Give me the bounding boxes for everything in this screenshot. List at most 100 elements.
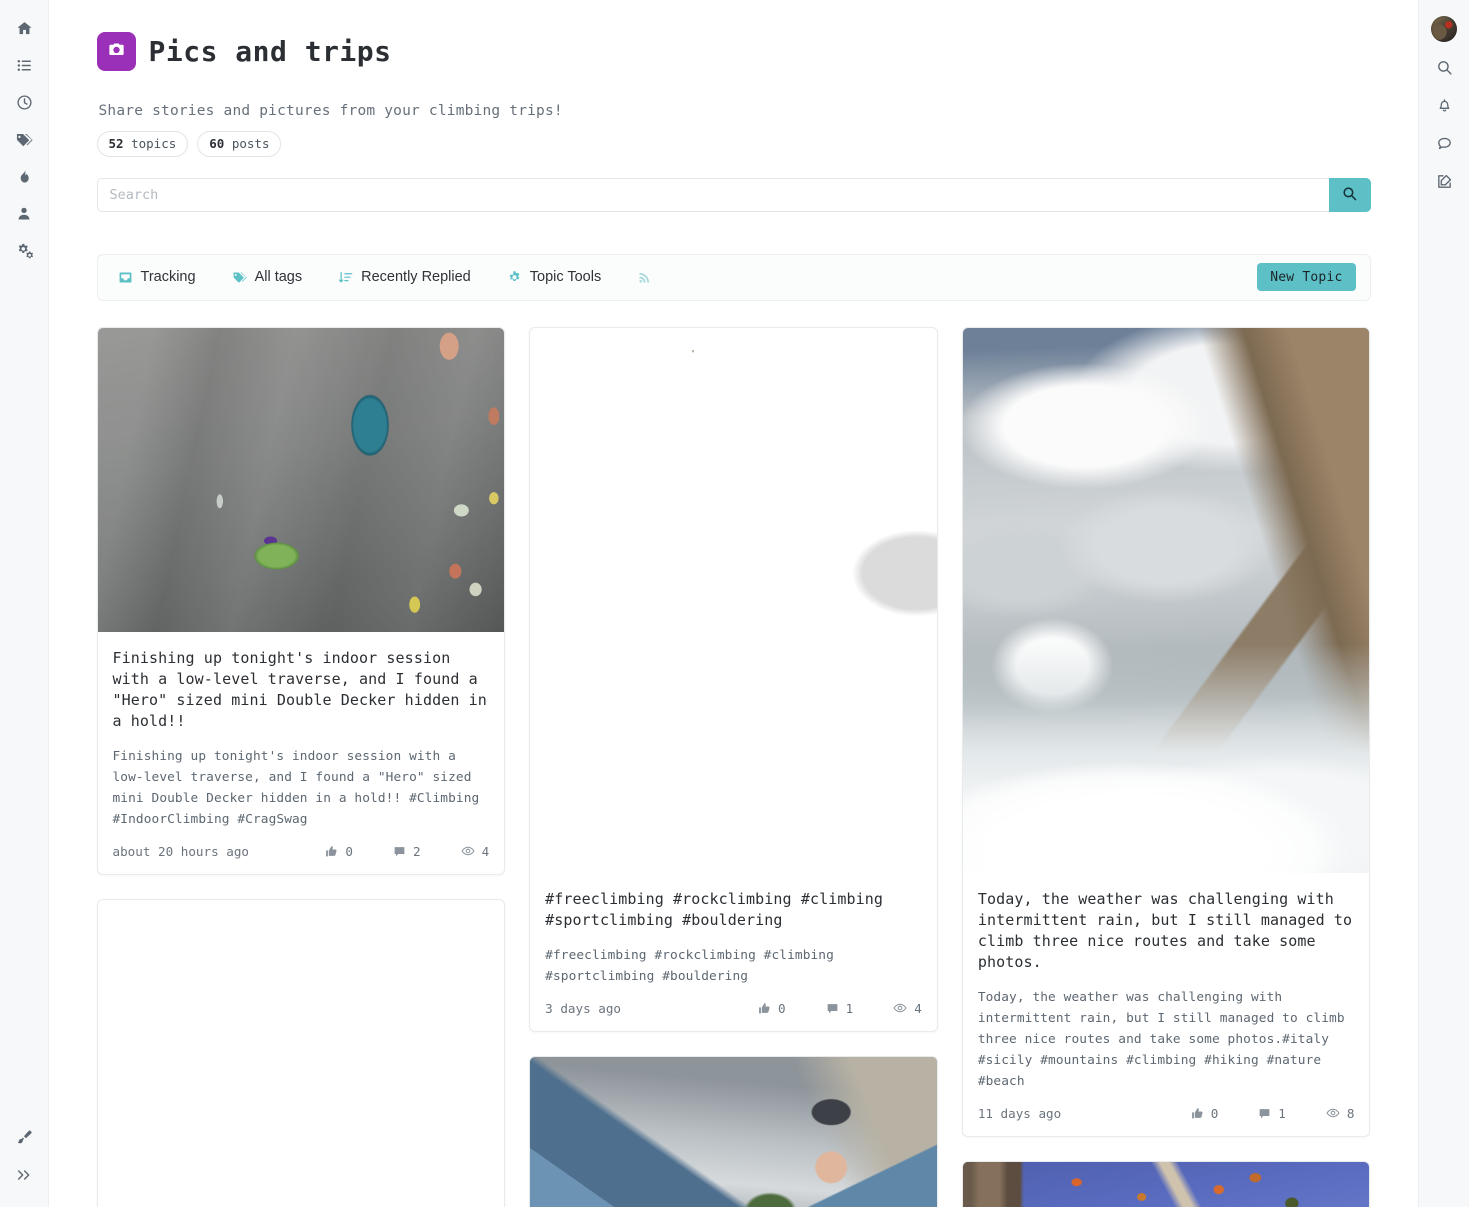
topic-stats: 0 1 8: [1191, 1105, 1355, 1121]
nav-item-recently-replied-label: Recently Replied: [361, 269, 471, 285]
topic-thumbnail-tree-branches-blue-sky[interactable]: [962, 1161, 1370, 1207]
home-icon: [16, 20, 33, 37]
topic-thumbnail-limestone-crag-blue-sky[interactable]: [530, 327, 937, 873]
sidebar-item-topics[interactable]: [0, 47, 49, 84]
sidebar-item-hot[interactable]: [0, 158, 49, 195]
posts-count-label: posts: [231, 135, 270, 151]
topic-title[interactable]: Today, the weather was challenging with …: [978, 889, 1355, 973]
topics-count-badge: 52 topics: [96, 130, 189, 157]
search-submit-button[interactable]: [1328, 177, 1371, 212]
topic-card-body: Finishing up tonight's indoor session wi…: [98, 632, 505, 830]
clock-icon: [16, 94, 33, 111]
topic-title[interactable]: #freeclimbing #rockclimbing #climbing #s…: [545, 889, 922, 931]
thumbs-up-icon: [758, 1002, 771, 1015]
left-sidebar-top-group: [0, 0, 49, 269]
reply-stat[interactable]: 1: [826, 1000, 854, 1016]
nav-item-topic-tools[interactable]: Topic Tools: [507, 269, 601, 285]
view-count: 4: [481, 843, 490, 859]
topic-stats: 0 1 4: [758, 1001, 922, 1016]
view-stat[interactable]: 4: [461, 843, 490, 859]
category-header: Pics and trips: [96, 8, 1371, 87]
tags-icon: [15, 131, 33, 149]
topic-card[interactable]: [96, 898, 506, 1207]
topic-nav-bar: Tracking All tags Recently Replied Topic…: [96, 253, 1371, 301]
topic-thumbnail-granite-cliff-pines[interactable]: [98, 900, 505, 1207]
topic-card[interactable]: [961, 1160, 1371, 1207]
thumbs-up-icon: [325, 845, 338, 858]
like-count: 0: [778, 1000, 786, 1016]
topic-title[interactable]: Finishing up tonight's indoor session wi…: [113, 648, 490, 732]
inbox-icon: [118, 270, 133, 285]
nav-item-topic-tools-label: Topic Tools: [529, 269, 602, 285]
avatar-button[interactable]: [1419, 10, 1469, 48]
topic-thumbnail-climber-selfie-helmet[interactable]: [530, 1056, 937, 1207]
nav-item-tracking[interactable]: Tracking: [118, 269, 196, 285]
topic-card-footer: 3 days ago 0 1 4: [530, 987, 937, 1031]
like-stat[interactable]: 0: [758, 1001, 786, 1016]
view-count: 4: [914, 1000, 922, 1016]
sidebar-item-admin[interactable]: [0, 232, 49, 269]
nav-item-rss[interactable]: [637, 270, 652, 285]
comment-icon: [1258, 1107, 1271, 1120]
like-stat[interactable]: 0: [1191, 1105, 1219, 1121]
topic-excerpt: #freeclimbing #rockclimbing #climbing #s…: [545, 947, 834, 984]
search-input[interactable]: [96, 177, 1329, 212]
topic-stats: 0 2 4: [325, 844, 489, 859]
sidebar-item-my-posts[interactable]: [0, 195, 49, 232]
topic-thumbnail-stormy-sea-cliff[interactable]: [962, 327, 1370, 873]
topic-thumbnail-indoor-climbing-wall-holds[interactable]: [97, 327, 505, 632]
compose-button[interactable]: [1419, 162, 1469, 200]
topic-card[interactable]: #freeclimbing #rockclimbing #climbing #s…: [529, 326, 938, 1032]
chat-bubble-icon: [1436, 135, 1453, 152]
topic-card[interactable]: [529, 1055, 938, 1207]
main-content: Pics and trips Share stories and picture…: [49, 0, 1418, 1207]
topic-card-footer: about 20 hours ago 0 2 4: [98, 830, 505, 874]
like-stat[interactable]: 0: [325, 844, 353, 859]
topic-grid: Finishing up tonight's indoor session wi…: [96, 326, 1371, 1207]
topic-excerpt: Finishing up tonight's indoor session wi…: [112, 748, 480, 827]
tag-icon: [232, 270, 247, 285]
bell-icon: [1436, 97, 1453, 114]
sidebar-item-recent[interactable]: [0, 84, 49, 121]
view-stat[interactable]: 4: [893, 1001, 922, 1016]
nav-item-tracking-label: Tracking: [140, 269, 196, 285]
sidebar-item-tags[interactable]: [0, 121, 49, 158]
reply-stat[interactable]: 1: [1258, 1106, 1286, 1121]
gears-icon: [15, 242, 34, 259]
category-stats: 52 topics 60 posts: [96, 130, 1371, 157]
new-topic-button[interactable]: New Topic: [1257, 263, 1356, 291]
topic-age: 11 days ago: [977, 1105, 1062, 1121]
search-button-rail[interactable]: [1419, 48, 1469, 86]
view-count: 8: [1346, 1105, 1355, 1121]
list-icon: [16, 57, 33, 74]
search-icon: [1341, 185, 1358, 205]
nav-item-all-tags-label: All tags: [254, 269, 303, 285]
avatar: [1431, 16, 1457, 42]
posts-count-value: 60: [209, 135, 225, 151]
expand-sidebar-button[interactable]: [0, 1156, 49, 1193]
page-title: Pics and trips: [148, 34, 392, 68]
topic-card-footer: 11 days ago 0 1 8: [963, 1092, 1370, 1136]
nav-item-recently-replied[interactable]: Recently Replied: [338, 269, 471, 285]
thumbs-up-icon: [1191, 1107, 1204, 1120]
sort-icon: [338, 270, 353, 285]
topic-card[interactable]: Finishing up tonight's indoor session wi…: [96, 326, 506, 875]
gear-icon: [507, 270, 522, 285]
like-count: 0: [1210, 1105, 1219, 1121]
chat-button[interactable]: [1419, 124, 1469, 162]
reply-stat[interactable]: 2: [393, 844, 421, 859]
chevrons-right-icon: [15, 1167, 33, 1183]
topic-card[interactable]: Today, the weather was challenging with …: [961, 326, 1371, 1137]
theme-button[interactable]: [0, 1119, 49, 1156]
eye-icon: [1326, 1106, 1340, 1120]
comment-icon: [826, 1002, 839, 1015]
sidebar-item-home[interactable]: [0, 10, 49, 47]
notifications-button[interactable]: [1419, 86, 1469, 124]
reply-count: 2: [412, 843, 421, 859]
user-icon: [16, 205, 32, 222]
topic-card-body: Today, the weather was challenging with …: [963, 873, 1370, 1092]
view-stat[interactable]: 8: [1326, 1105, 1355, 1121]
reply-count: 1: [845, 1000, 854, 1016]
eye-icon: [893, 1001, 907, 1015]
nav-item-all-tags[interactable]: All tags: [232, 269, 303, 285]
